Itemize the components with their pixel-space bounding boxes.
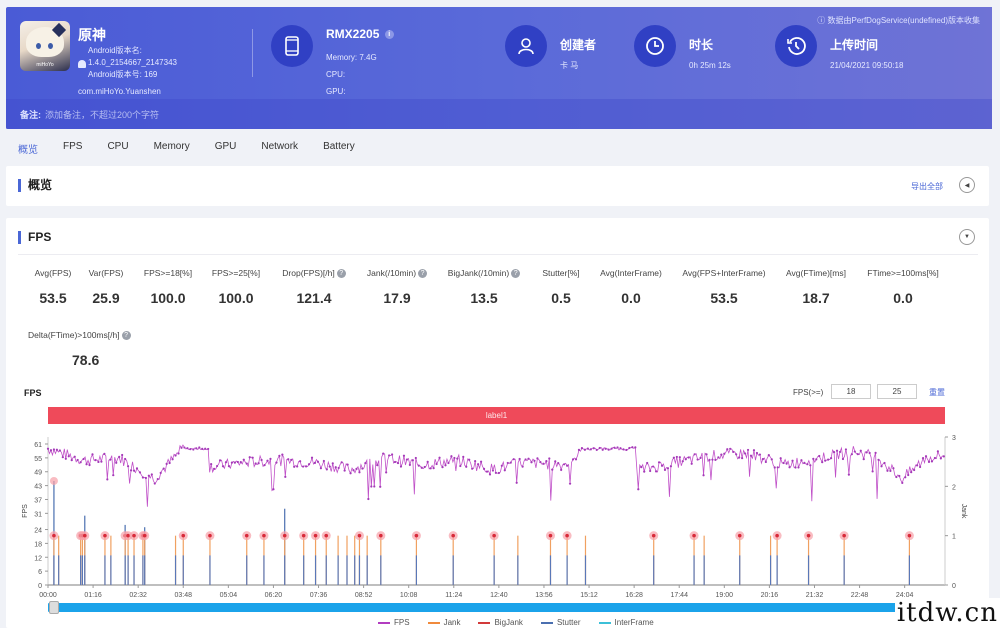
metric-bigjank: BigJank(/10min)? 13.5 bbox=[444, 268, 524, 306]
reset-button[interactable]: 重置 bbox=[929, 387, 945, 398]
overview-title: 概览 bbox=[18, 179, 52, 192]
upload-time-value: 21/04/2021 09:50:18 bbox=[830, 61, 904, 70]
package-name: com.miHoYo.Yuanshen bbox=[78, 87, 161, 96]
metric-avg-fps-interframe: Avg(FPS+InterFrame) 53.5 bbox=[682, 268, 766, 306]
help-icon[interactable]: ? bbox=[336, 269, 346, 279]
divider bbox=[18, 254, 978, 255]
collapse-down-icon[interactable]: ▼ bbox=[959, 229, 975, 245]
collector-note: ⓘ 数据由PerfDogService(undefined)版本收集 bbox=[817, 16, 980, 25]
user-icon bbox=[505, 25, 547, 67]
upload-time-title: 上传时间 bbox=[830, 38, 879, 52]
app-version-code: 169 bbox=[144, 70, 158, 79]
metric-avg-ftime: Avg(FTime)[ms] 18.7 bbox=[786, 268, 846, 306]
help-icon[interactable]: ? bbox=[418, 269, 428, 279]
help-icon[interactable]: ? bbox=[121, 331, 131, 341]
phone-icon bbox=[271, 25, 313, 67]
device-model: RMX2205 i bbox=[326, 27, 394, 41]
history-icon bbox=[775, 25, 817, 67]
fps-section-title: FPS bbox=[18, 231, 51, 244]
clock-icon bbox=[634, 25, 676, 67]
collapse-left-icon[interactable]: ◀ bbox=[959, 177, 975, 193]
tab-battery[interactable]: Battery bbox=[323, 141, 355, 156]
chart-legend: FPS Jank BigJank Stutter InterFrame bbox=[378, 618, 654, 627]
metric-jank: Jank(/10min)? 17.9 bbox=[362, 268, 432, 306]
metric-var-fps: Var(FPS) 25.9 bbox=[88, 268, 124, 306]
legend-item-stutter[interactable]: Stutter bbox=[540, 618, 581, 627]
report-header: miHoYo 原神 Android版本名: 1.4.0_2154667_2147… bbox=[6, 7, 994, 129]
device-specs: Memory: 7.4G CPU: GPU: bbox=[326, 49, 377, 100]
metric-fps-25: FPS>=25[%] 100.0 bbox=[211, 268, 261, 306]
info-icon[interactable]: i bbox=[384, 30, 394, 40]
header-divider bbox=[252, 29, 253, 77]
notes-bar[interactable]: 备注: 添加备注，不超过200个字符 bbox=[6, 99, 994, 129]
legend-item-bigjank[interactable]: BigJank bbox=[478, 618, 523, 627]
tab-network[interactable]: Network bbox=[261, 141, 298, 156]
chart-title: FPS bbox=[24, 388, 42, 398]
metric-avg-interframe: Avg(InterFrame) 0.0 bbox=[600, 268, 662, 306]
creator-value: 卡 马 bbox=[560, 61, 579, 70]
notes-input[interactable]: 添加备注，不超过200个字符 bbox=[45, 108, 159, 121]
duration-title: 时长 bbox=[689, 38, 714, 52]
tab-memory[interactable]: Memory bbox=[154, 141, 190, 156]
metric-avg-fps: Avg(FPS) 53.5 bbox=[34, 268, 72, 306]
watermark: itdw.cn bbox=[894, 598, 1000, 628]
duration-value: 0h 25m 12s bbox=[689, 61, 731, 70]
tab-cpu[interactable]: CPU bbox=[107, 141, 128, 156]
label-bar[interactable]: label1 bbox=[48, 407, 945, 424]
app-name: 原神 bbox=[78, 27, 106, 43]
metric-delta-ftime: Delta(FTime)>100ms[/h]? 78.6 bbox=[28, 330, 148, 368]
notes-label: 备注: bbox=[20, 109, 41, 120]
device-memory: Memory: 7.4G bbox=[326, 53, 377, 62]
metric-drop-fps: Drop(FPS)[/h]? 121.4 bbox=[276, 268, 352, 306]
creator-title: 创建者 bbox=[560, 38, 597, 52]
legend-item-fps[interactable]: FPS bbox=[378, 618, 410, 627]
export-all-link[interactable]: 导出全部 bbox=[911, 181, 943, 192]
metric-stutter: Stutter[%] 0.5 bbox=[542, 268, 580, 306]
scroll-handle-left[interactable] bbox=[49, 601, 59, 614]
page-scrollbar[interactable] bbox=[992, 0, 1000, 628]
threshold-low-input[interactable] bbox=[831, 384, 871, 399]
tab-gpu[interactable]: GPU bbox=[215, 141, 237, 156]
help-icon[interactable]: ? bbox=[511, 269, 521, 279]
app-version-name: 1.4.0_2154667_2147343 bbox=[88, 58, 177, 67]
legend-item-jank[interactable]: Jank bbox=[427, 618, 460, 627]
device-cpu: CPU: bbox=[326, 70, 346, 79]
app-version-info: Android版本名: 1.4.0_2154667_2147343 Androi… bbox=[88, 46, 177, 79]
android-icon bbox=[78, 60, 86, 68]
legend-item-interframe[interactable]: InterFrame bbox=[598, 618, 654, 627]
overview-card: 概览 导出全部 ◀ bbox=[6, 166, 989, 206]
metric-fps-18: FPS>=18[%] 100.0 bbox=[143, 268, 193, 306]
threshold-high-input[interactable] bbox=[877, 384, 917, 399]
tab-overview[interactable]: 概览 bbox=[18, 141, 38, 156]
timeline-scrollbar[interactable] bbox=[48, 603, 945, 612]
threshold-label: FPS(>=) bbox=[793, 388, 824, 397]
info-circle-icon: ⓘ bbox=[817, 16, 826, 25]
tab-fps[interactable]: FPS bbox=[63, 141, 82, 156]
section-tabs: 概览 FPS CPU Memory GPU Network Battery bbox=[18, 141, 380, 156]
device-gpu: GPU: bbox=[326, 87, 346, 96]
metric-ftime-100ms: FTime>=100ms[%] 0.0 bbox=[867, 268, 939, 306]
app-icon: miHoYo bbox=[20, 21, 70, 71]
